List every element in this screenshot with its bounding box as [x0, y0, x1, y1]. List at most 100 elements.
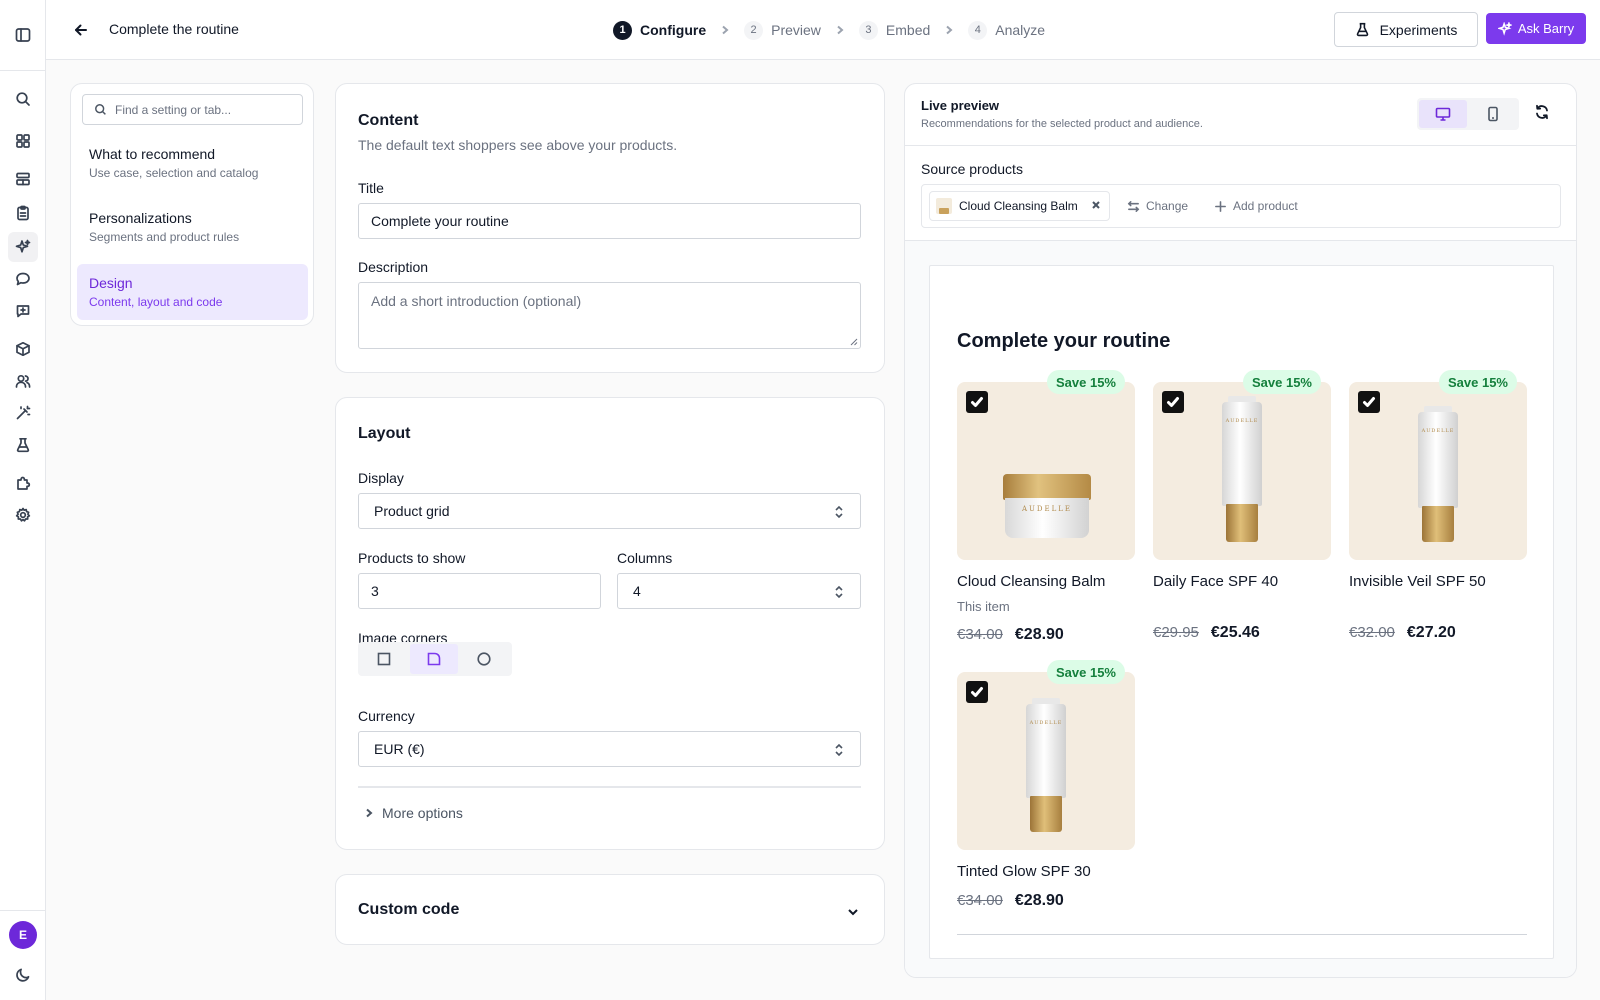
custom-code-card[interactable]: Custom code — [335, 874, 885, 945]
widget-title: Complete your routine — [957, 330, 1171, 352]
display-select[interactable]: Product grid — [358, 493, 861, 529]
products-to-show-field[interactable] — [358, 573, 601, 609]
step-preview[interactable]: 2 Preview — [744, 20, 821, 40]
display-value: Product grid — [374, 503, 450, 519]
settings-icon[interactable] — [12, 504, 34, 526]
flask-icon[interactable] — [12, 434, 34, 456]
search-icon — [95, 104, 106, 115]
preview-subtitle: Recommendations for the selected product… — [921, 118, 1203, 130]
content-subheading: The default text shoppers see above your… — [358, 137, 678, 153]
back-arrow-icon[interactable] — [70, 19, 92, 41]
more-options-label: More options — [382, 805, 463, 821]
rounded-corners-icon[interactable] — [410, 644, 458, 674]
product-card[interactable]: AUDELLE Save 15% Invisible Veil SPF 50 €… — [1349, 370, 1527, 642]
products-to-show-input[interactable] — [371, 583, 600, 599]
new-price: €28.90 — [1014, 892, 1064, 909]
experiments-label: Experiments — [1379, 21, 1458, 38]
square-corners-icon[interactable] — [360, 644, 408, 674]
puzzle-icon[interactable] — [12, 472, 34, 494]
ask-barry-button[interactable]: Ask Barry — [1486, 13, 1586, 44]
nav-item-subtitle: Content, layout and code — [89, 295, 223, 309]
box-icon[interactable] — [12, 338, 34, 360]
nav-item-personalizations[interactable]: Personalizations Segments and product ru… — [77, 199, 308, 255]
preview-header: Live preview Recommendations for the sel… — [905, 84, 1576, 146]
title-label: Title — [358, 180, 384, 196]
product-name: Cloud Cleansing Balm — [957, 573, 1106, 590]
display-label: Display — [358, 470, 404, 486]
settings-search-input[interactable] — [115, 102, 295, 117]
nav-item-title: Personalizations — [89, 210, 192, 226]
source-products-label: Source products — [921, 161, 1023, 177]
clipboard-icon[interactable] — [12, 202, 34, 224]
rail-divider-bottom — [0, 910, 46, 911]
product-card[interactable]: AUDELLE Save 15% Daily Face SPF 40 €29.9… — [1153, 370, 1331, 642]
chat-icon[interactable] — [12, 268, 34, 290]
chevron-right-icon — [835, 25, 845, 35]
title-input[interactable] — [371, 213, 860, 229]
ask-barry-label: Ask Barry — [1517, 21, 1575, 36]
old-price: €29.95 — [1153, 624, 1199, 641]
nav-item-what-to-recommend[interactable]: What to recommend Use case, selection an… — [77, 135, 308, 191]
add-product-button[interactable]: Add product — [1214, 199, 1298, 213]
experiments-button[interactable]: Experiments — [1334, 12, 1478, 47]
step-configure[interactable]: 1 Configure — [613, 20, 706, 40]
product-checkbox[interactable] — [1162, 391, 1184, 413]
product-card[interactable]: AUDELLE Save 15% Cloud Cleansing Balm Th… — [957, 370, 1135, 644]
change-button[interactable]: Change — [1127, 199, 1188, 213]
more-options-toggle[interactable]: More options — [364, 805, 463, 821]
resize-handle-icon[interactable] — [850, 338, 858, 346]
step-embed[interactable]: 3 Embed — [858, 20, 930, 40]
step-analyze[interactable]: 4 Analyze — [968, 20, 1045, 40]
change-label: Change — [1146, 199, 1189, 213]
check-icon — [1167, 397, 1179, 407]
circle-corners-icon[interactable] — [460, 644, 508, 674]
sparkle-icon[interactable] — [8, 232, 38, 262]
search-icon[interactable] — [12, 88, 34, 110]
title-field[interactable] — [358, 203, 861, 239]
nav-item-subtitle: Segments and product rules — [89, 230, 240, 244]
new-price: €27.20 — [1406, 624, 1456, 641]
avatar[interactable]: E — [9, 921, 37, 949]
chevron-down-icon[interactable] — [846, 905, 860, 919]
message-square-icon[interactable] — [12, 300, 34, 322]
settings-search[interactable] — [82, 94, 303, 125]
flask-icon — [1356, 22, 1368, 37]
preview-canvas: Complete your routine AUDELLE Save 15% C… — [905, 241, 1576, 977]
tube-image: AUDELLE — [1222, 396, 1262, 542]
select-arrows-icon — [834, 585, 844, 599]
currency-select[interactable]: EUR (€) — [358, 731, 861, 767]
step-number: 4 — [968, 20, 988, 40]
check-icon — [971, 397, 983, 407]
users-icon[interactable] — [12, 370, 34, 392]
description-field[interactable] — [358, 282, 861, 349]
magic-wand-icon[interactable] — [12, 402, 34, 424]
product-card[interactable]: AUDELLE Save 15% Tinted Glow SPF 30 €34.… — [957, 660, 1135, 910]
mobile-icon[interactable] — [1469, 100, 1517, 128]
source-product-chip[interactable]: Cloud Cleansing Balm — [929, 191, 1110, 221]
refresh-icon[interactable] — [1534, 104, 1554, 124]
nav-item-design[interactable]: Design Content, layout and code — [77, 264, 308, 320]
old-price: €32.00 — [1349, 624, 1395, 641]
product-image: AUDELLE — [1349, 382, 1527, 560]
page-title: Complete the routine — [109, 21, 239, 37]
brand-mark: AUDELLE — [1421, 428, 1455, 434]
product-checkbox[interactable] — [1358, 391, 1380, 413]
columns-select[interactable]: 4 — [617, 573, 861, 609]
close-icon[interactable] — [1085, 199, 1101, 213]
desktop-icon[interactable] — [1419, 100, 1467, 128]
layout-icon[interactable] — [12, 168, 34, 190]
moon-icon[interactable] — [12, 964, 34, 986]
product-prices: €34.00 €28.90 — [957, 892, 1135, 910]
source-products-section: Source products Cloud Cleansing Balm Cha… — [905, 146, 1576, 241]
swap-icon — [1127, 200, 1140, 212]
description-input[interactable] — [359, 283, 860, 348]
product-checkbox[interactable] — [966, 681, 988, 703]
dashboard-icon[interactable] — [12, 130, 34, 152]
sidebar-toggle-icon[interactable] — [12, 24, 34, 46]
product-checkbox[interactable] — [966, 391, 988, 413]
source-products-box: Cloud Cleansing Balm Change Add product — [921, 184, 1561, 228]
description-label: Description — [358, 259, 429, 275]
brand-mark: AUDELLE — [1021, 505, 1073, 513]
live-preview-panel: Live preview Recommendations for the sel… — [904, 83, 1577, 978]
content-card: Content The default text shoppers see ab… — [335, 83, 885, 373]
